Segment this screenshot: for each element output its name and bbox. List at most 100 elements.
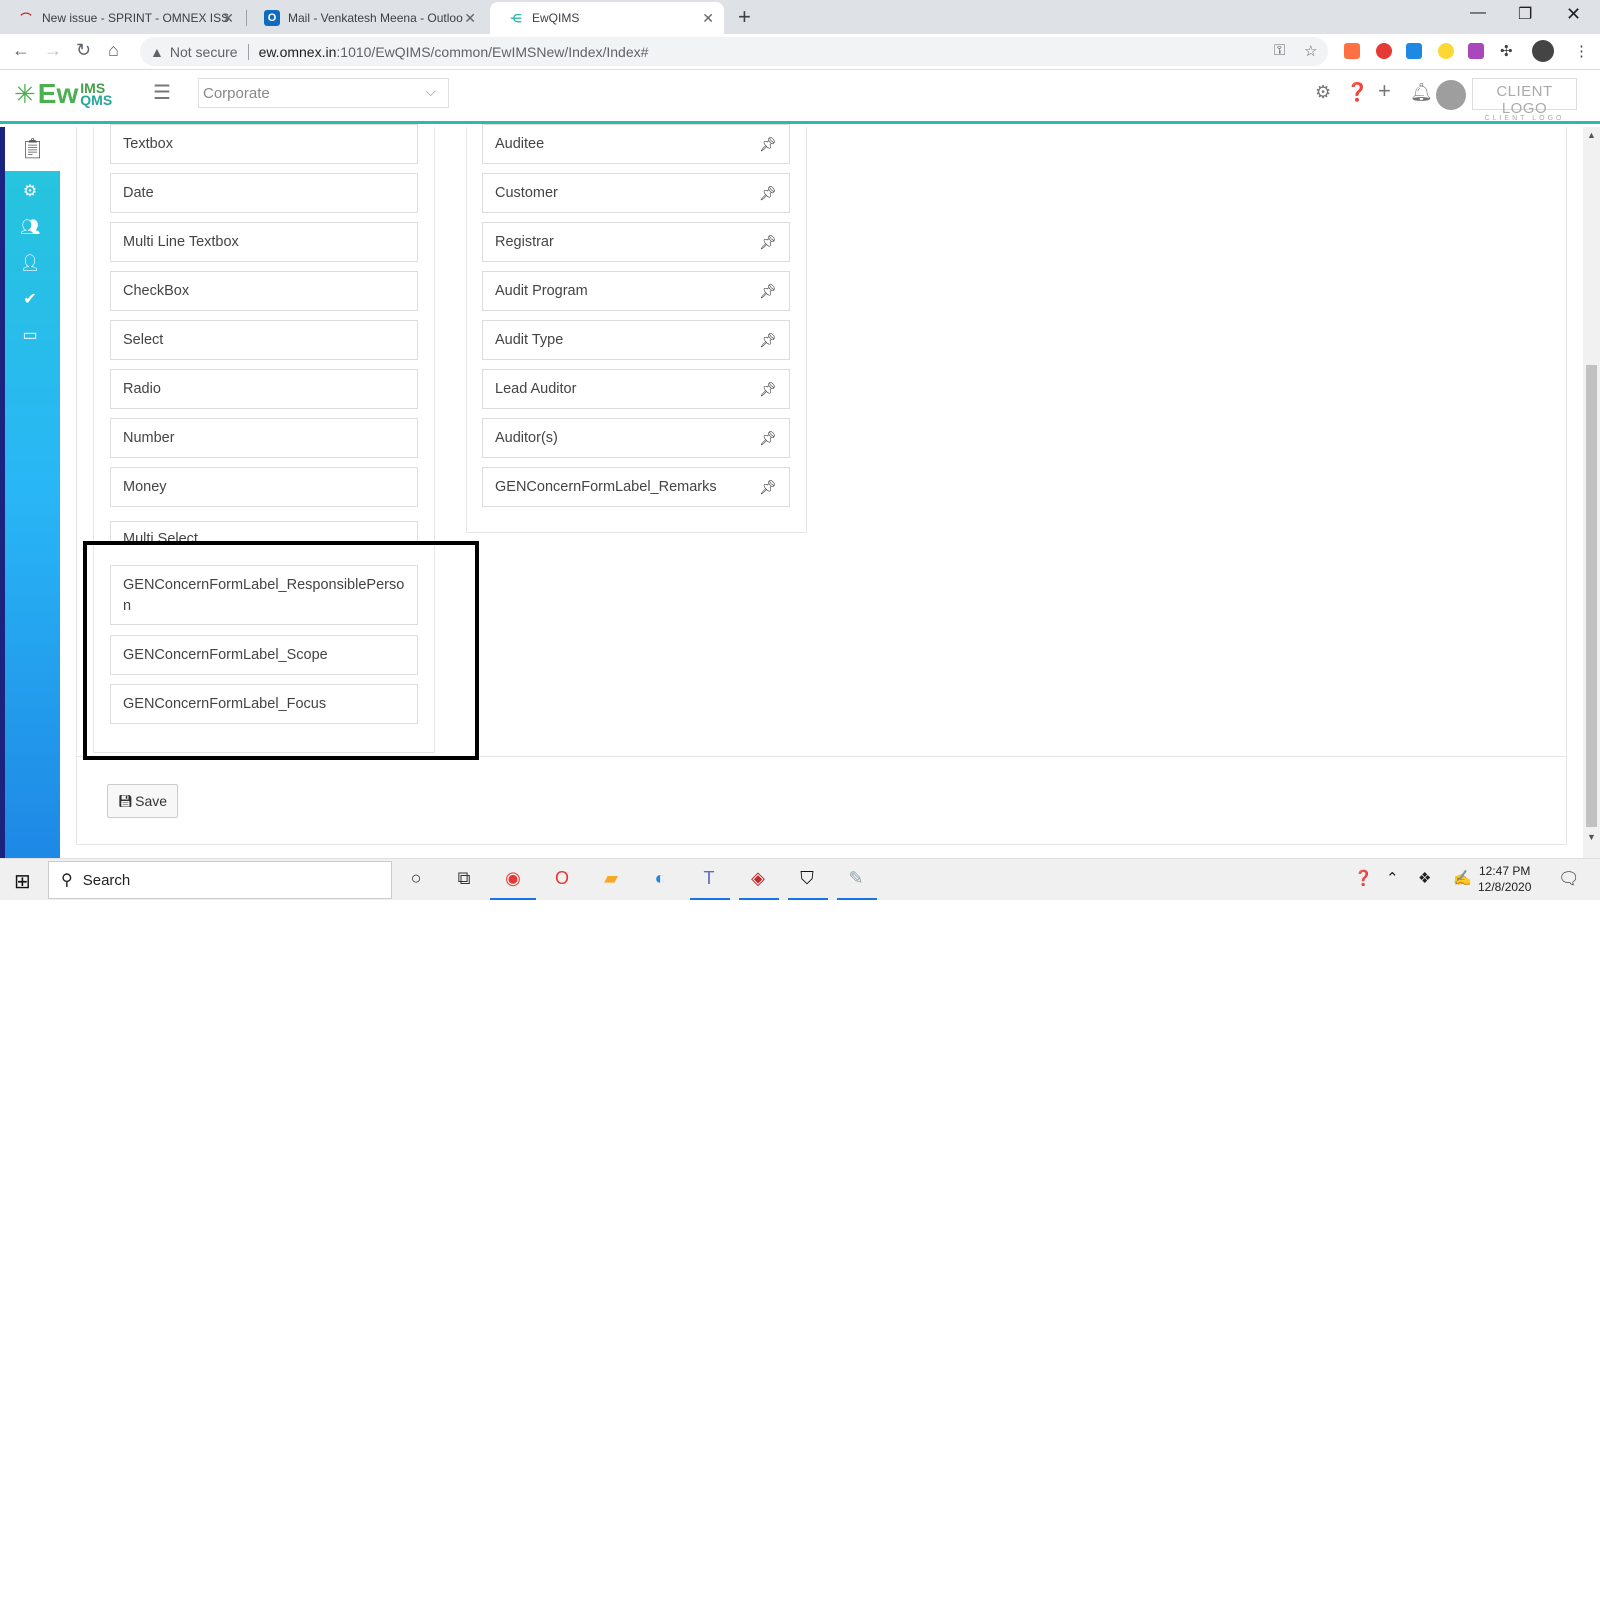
shield-icon[interactable]: ⛉ — [794, 868, 820, 892]
outlook-icon: O — [264, 10, 280, 26]
antivirus-icon[interactable]: ◈ — [745, 868, 771, 892]
sidebar-users-icon[interactable]: 👥︎ — [20, 217, 40, 237]
highlight-annotation-box — [83, 541, 479, 760]
pen-icon[interactable]: ✍ — [1453, 869, 1472, 887]
pin-icon[interactable]: 📌︎ — [759, 234, 777, 251]
save-disk-icon: 💾︎ — [117, 794, 134, 808]
warning-icon: ▲ — [150, 43, 164, 60]
notifications-icon[interactable]: 🗨︎ — [1558, 869, 1580, 889]
pin-icon[interactable]: 📌︎ — [759, 185, 777, 202]
windows-start-icon[interactable]: ⊞ — [14, 869, 31, 894]
extension-icon[interactable] — [1468, 43, 1484, 59]
extension-icon[interactable] — [1406, 43, 1422, 59]
browser-tab-bar: ⌒ New issue - SPRINT - OMNEX ISS ✕ O Mai… — [0, 0, 1600, 34]
add-icon[interactable]: + — [1378, 78, 1391, 104]
sidebar-monitor-icon[interactable]: ▭ — [20, 325, 40, 345]
taskbar-clock[interactable]: 12:47 PM 12/8/2020 — [1478, 863, 1531, 895]
settings-gear-icon[interactable]: ⚙ — [1315, 82, 1331, 103]
back-icon[interactable]: ← — [12, 40, 30, 61]
help-icon[interactable]: ❓ — [1346, 82, 1368, 103]
user-avatar[interactable] — [1436, 80, 1466, 110]
minimize-icon[interactable]: — — [1470, 4, 1486, 22]
pin-icon[interactable]: 📌︎ — [759, 283, 777, 300]
pin-icon[interactable]: 📌︎ — [759, 136, 777, 153]
search-icon: ⚲ — [61, 872, 73, 889]
close-icon[interactable]: ✕ — [464, 10, 476, 27]
save-button[interactable]: 💾︎ Save — [107, 784, 178, 818]
scroll-up-icon[interactable]: ▲ — [1587, 130, 1596, 140]
dropbox-icon[interactable]: ❖ — [1418, 869, 1431, 887]
file-explorer-icon[interactable]: ▰ — [598, 868, 624, 892]
logo-star-icon: ✳ — [14, 78, 36, 109]
chevron-down-icon: ⌵ — [425, 83, 436, 99]
pin-icon[interactable]: 📌︎ — [759, 332, 777, 349]
pin-icon[interactable]: 📌︎ — [759, 479, 777, 496]
forward-icon[interactable]: → — [44, 40, 62, 61]
browser-tab-jira[interactable]: ⌒ New issue - SPRINT - OMNEX ISS ✕ — [0, 2, 244, 34]
extension-icon[interactable] — [1344, 43, 1360, 59]
windows-taskbar: ⊞ ⚲ Search ○ ⧉ ◉ O ▰ ◐ T ◈ ⛉ ✎ ❓ ⌃ ❖ ✍ 1… — [0, 858, 1600, 900]
pinned-field-item[interactable]: Audit Type 📌︎ — [482, 320, 790, 360]
hamburger-menu-icon[interactable]: ☰ — [153, 80, 171, 105]
reload-icon[interactable]: ↻ — [76, 40, 91, 61]
scroll-down-icon[interactable]: ▼ — [1587, 832, 1596, 842]
browser-toolbar: ← → ↻ ⌂ ▲ Not secure ew.omnex.in :1010/E… — [0, 34, 1600, 70]
document-icon: 📋︎ — [20, 138, 46, 160]
chevron-up-icon[interactable]: ⌃ — [1386, 869, 1399, 887]
field-type-item[interactable]: Date — [110, 173, 418, 213]
field-type-item[interactable]: Textbox — [110, 124, 418, 164]
edge-icon[interactable]: ◐ — [647, 868, 673, 892]
sidebar-settings-icon[interactable]: ⚙ — [20, 181, 40, 201]
address-bar[interactable]: ▲ Not secure ew.omnex.in :1010/EwQIMS/co… — [140, 37, 1328, 66]
field-type-item[interactable]: Radio — [110, 369, 418, 409]
help-tray-icon[interactable]: ❓ — [1354, 869, 1373, 887]
window-close-icon[interactable]: ✕ — [1566, 4, 1581, 25]
field-type-item[interactable]: CheckBox — [110, 271, 418, 311]
restore-icon[interactable]: ❐ — [1518, 4, 1532, 24]
extension-icon[interactable] — [1438, 43, 1454, 59]
scrollbar-thumb[interactable] — [1586, 365, 1597, 827]
close-icon[interactable]: ✕ — [222, 10, 234, 27]
organization-select[interactable]: Corporate ⌵ — [198, 78, 449, 108]
pinned-field-item[interactable]: GENConcernFormLabel_Remarks 📌︎ — [482, 467, 790, 507]
pin-icon[interactable]: 📌︎ — [759, 430, 777, 447]
star-icon[interactable]: ☆ — [1304, 42, 1317, 60]
app-logo[interactable]: ✳ Ew IMS QMS — [14, 78, 112, 110]
home-icon[interactable]: ⌂ — [108, 40, 119, 61]
pin-icon[interactable]: 📌︎ — [759, 381, 777, 398]
sidebar-user-settings-icon[interactable]: 👤︎ — [20, 253, 40, 273]
field-type-item[interactable]: Multi Line Textbox — [110, 222, 418, 262]
pinned-field-item[interactable]: Auditee 📌︎ — [482, 124, 790, 164]
chrome-icon[interactable]: ◉ — [500, 868, 526, 892]
app-header: ✳ Ew IMS QMS ☰ Corporate ⌵ ⚙ ❓ + 🔔︎ CLIE… — [0, 70, 1600, 124]
teams-icon[interactable]: T — [696, 868, 722, 892]
taskbar-search-input[interactable]: ⚲ Search — [48, 861, 392, 899]
pinned-field-item[interactable]: Auditor(s) 📌︎ — [482, 418, 790, 458]
ewqims-icon: ⋲ — [510, 12, 522, 25]
field-type-item[interactable]: Money — [110, 467, 418, 507]
extension-icon[interactable] — [1376, 43, 1392, 59]
key-icon[interactable]: ⚿ — [1274, 42, 1285, 59]
field-type-item[interactable]: Number — [110, 418, 418, 458]
pinned-field-item[interactable]: Registrar 📌︎ — [482, 222, 790, 262]
field-type-item[interactable]: Select — [110, 320, 418, 360]
task-view-icon[interactable]: ⧉ — [451, 868, 477, 892]
pinned-field-item[interactable]: Customer 📌︎ — [482, 173, 790, 213]
client-logo: CLIENT LOGO CLIENT LOGO — [1472, 78, 1577, 122]
menu-icon[interactable]: ⋮ — [1574, 42, 1589, 60]
paint-icon[interactable]: ✎ — [843, 868, 869, 892]
profile-icon[interactable] — [1532, 40, 1554, 62]
jira-icon: ⌒ — [20, 13, 32, 25]
opera-icon[interactable]: O — [549, 868, 575, 892]
sidebar-user-check-icon[interactable]: ✔ — [20, 289, 40, 309]
puzzle-icon[interactable]: ✣ — [1500, 42, 1513, 60]
browser-tab-ewqims[interactable]: ⋲ EwQIMS ✕ — [490, 2, 724, 34]
pinned-field-item[interactable]: Lead Auditor 📌︎ — [482, 369, 790, 409]
cortana-icon[interactable]: ○ — [403, 868, 429, 892]
pinned-field-item[interactable]: Audit Program 📌︎ — [482, 271, 790, 311]
new-tab-button[interactable]: + — [738, 4, 751, 30]
sidebar-item-forms[interactable]: 📋︎ — [5, 127, 60, 171]
notification-bell-icon[interactable]: 🔔︎ — [1410, 82, 1433, 103]
browser-tab-outlook[interactable]: O Mail - Venkatesh Meena - Outloo ✕ — [246, 2, 486, 34]
close-icon[interactable]: ✕ — [702, 10, 714, 27]
